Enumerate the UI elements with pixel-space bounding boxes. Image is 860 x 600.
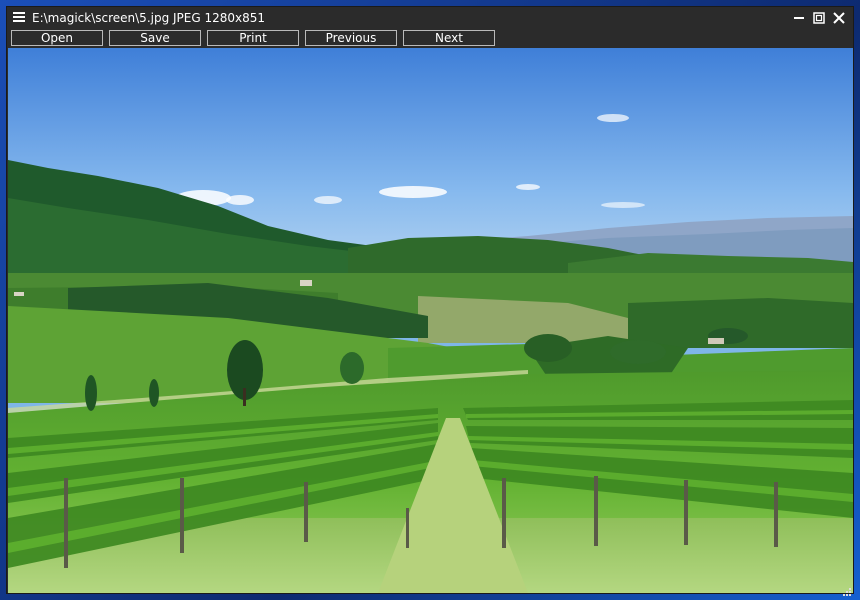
- resize-grip-icon[interactable]: [841, 581, 851, 596]
- close-button[interactable]: [829, 9, 849, 27]
- maximize-button[interactable]: [809, 9, 829, 27]
- image-viewer-window: E:\magick\screen\5.jpg JPEG 1280x851 Ope…: [6, 6, 854, 596]
- close-icon: [833, 12, 845, 24]
- title-bar[interactable]: E:\magick\screen\5.jpg JPEG 1280x851: [7, 7, 853, 29]
- window-controls: [789, 9, 849, 27]
- toolbar: Open Save Print Previous Next: [7, 29, 853, 49]
- hamburger-menu-icon[interactable]: [13, 12, 25, 24]
- previous-button[interactable]: Previous: [305, 30, 397, 46]
- window-title: E:\magick\screen\5.jpg JPEG 1280x851: [32, 11, 266, 25]
- print-button[interactable]: Print: [207, 30, 299, 46]
- image-viewport: [8, 48, 853, 593]
- maximize-icon: [813, 12, 825, 24]
- minimize-icon: [794, 17, 804, 19]
- next-button[interactable]: Next: [403, 30, 495, 46]
- displayed-photo: [8, 48, 853, 593]
- save-button[interactable]: Save: [109, 30, 201, 46]
- minimize-button[interactable]: [789, 9, 809, 27]
- open-button[interactable]: Open: [11, 30, 103, 46]
